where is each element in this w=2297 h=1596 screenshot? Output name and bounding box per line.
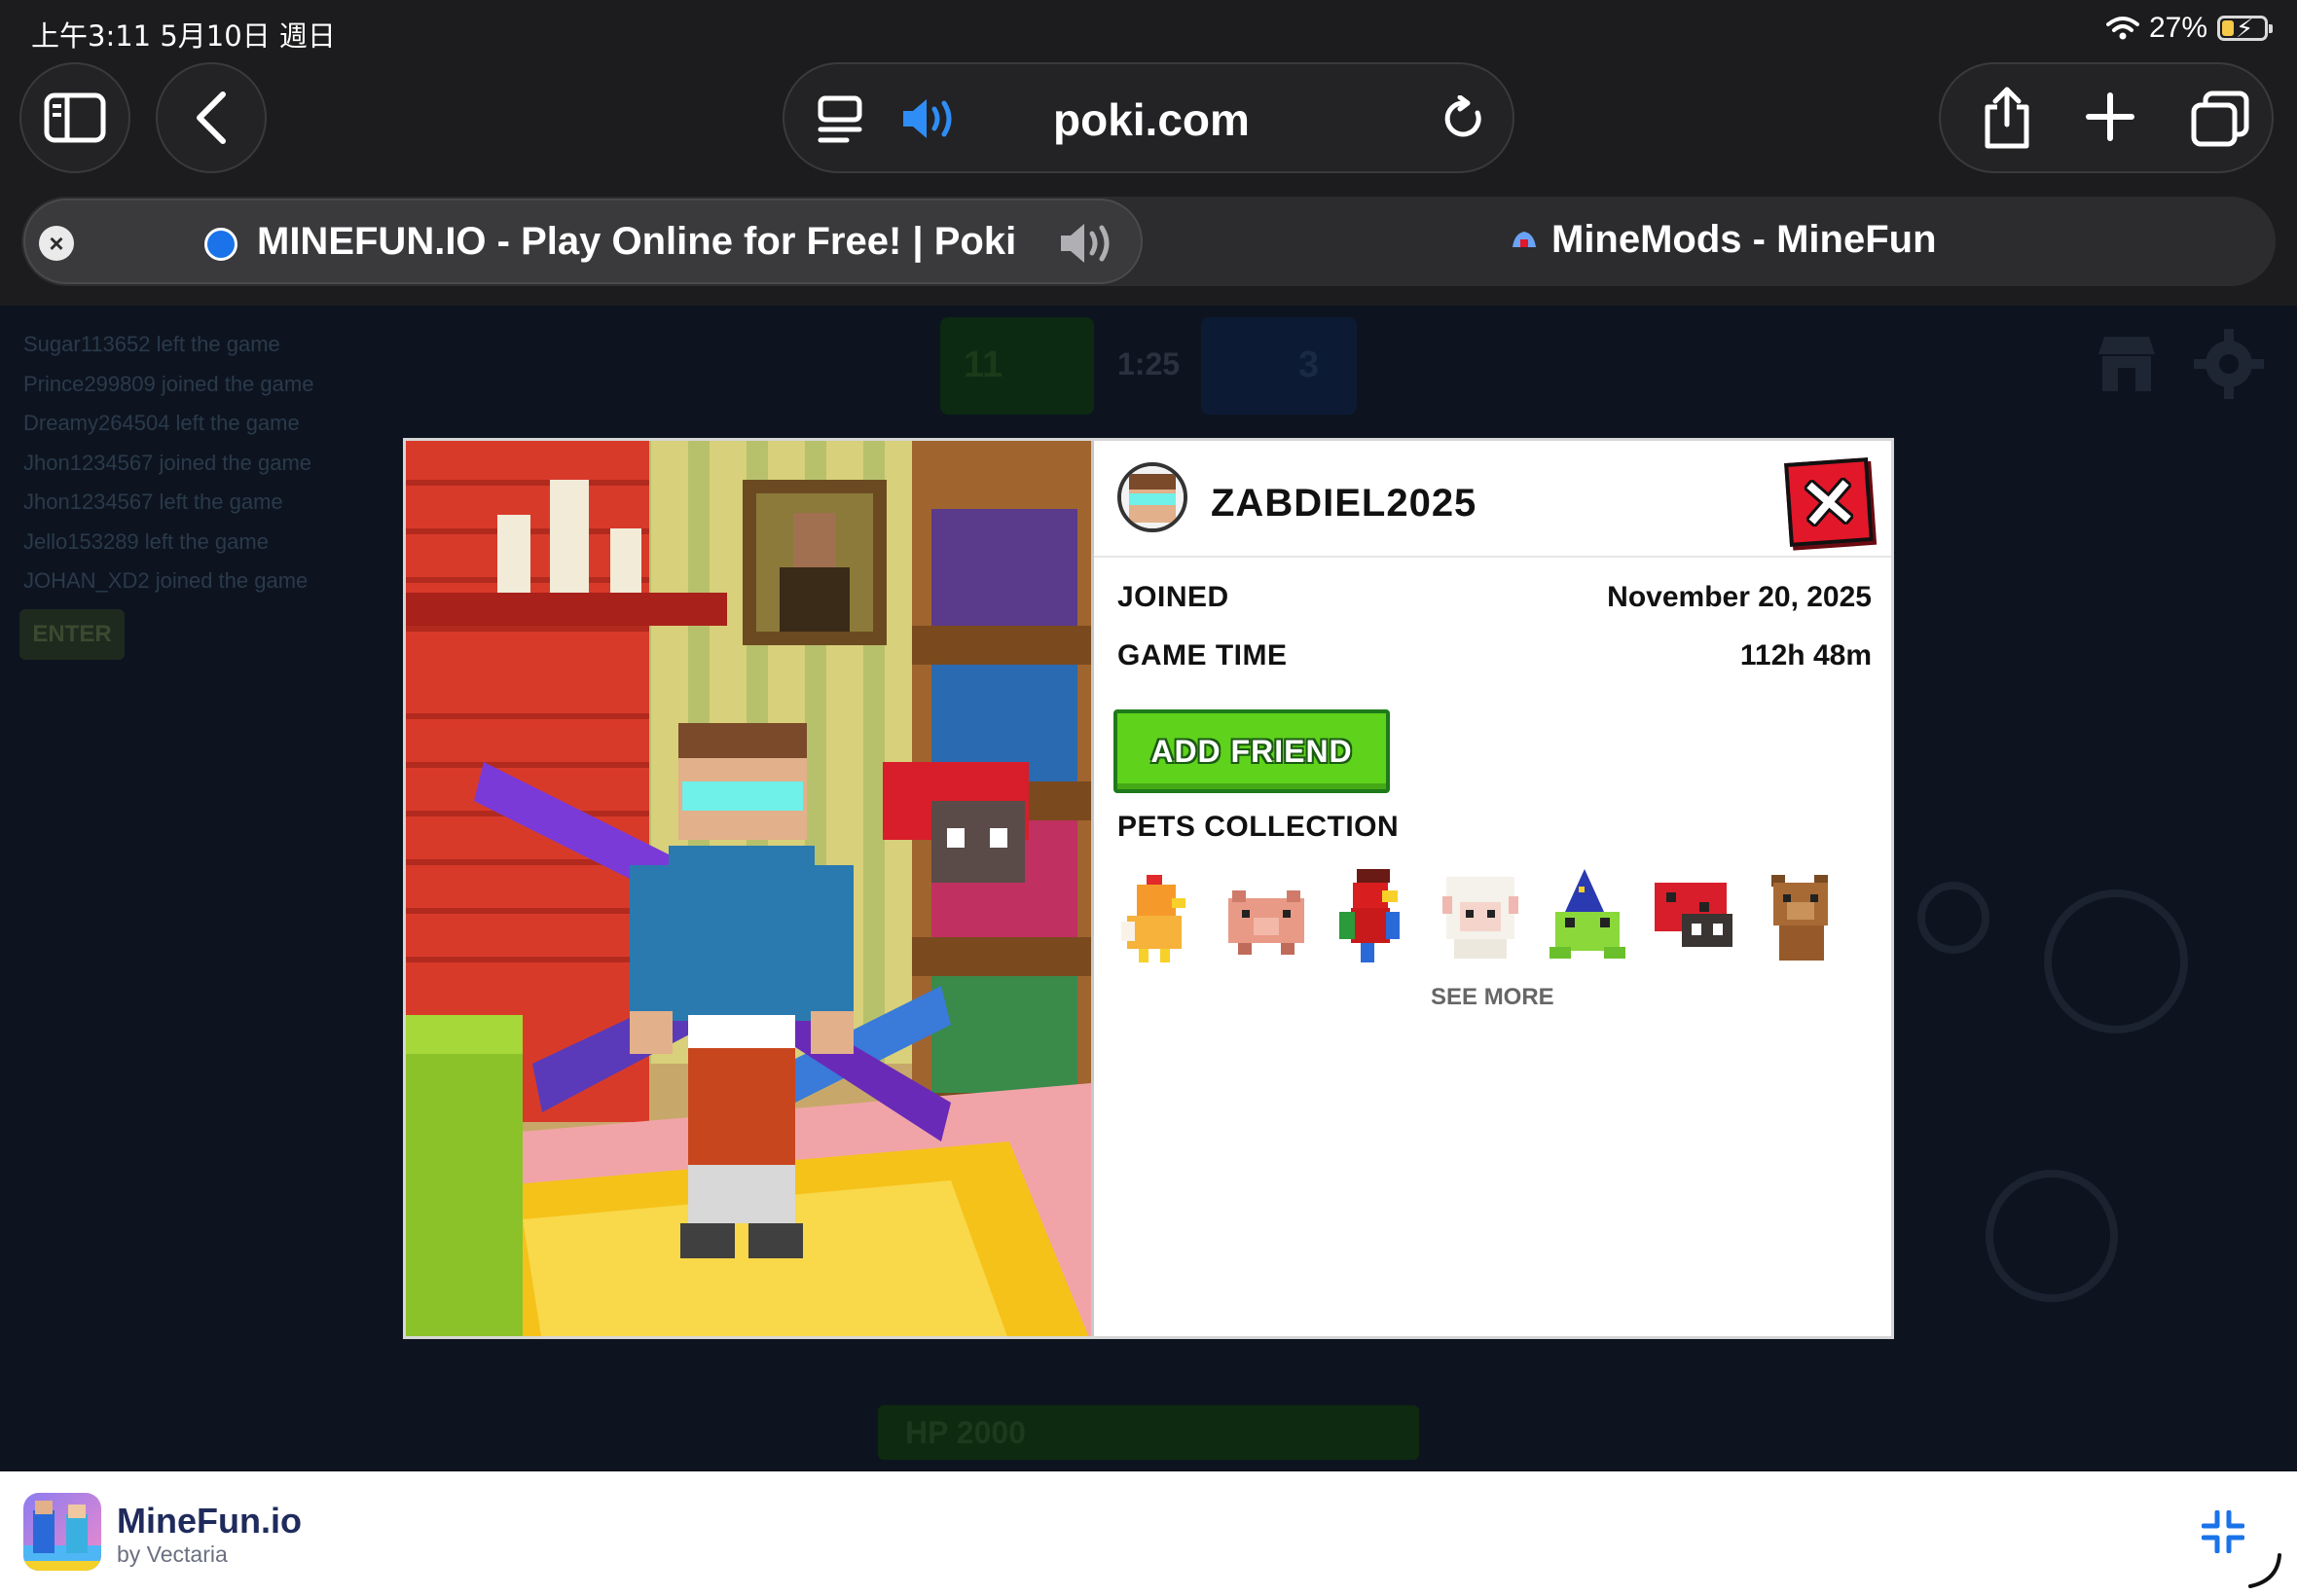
page-menu-button[interactable] [818,95,862,144]
game-footer-bar: MineFun.io by Vectaria [0,1471,2297,1596]
wizard-frog-pet-icon[interactable] [1546,869,1629,966]
share-icon [1985,87,2029,149]
chat-line: JOHAN_XD2 joined the game [23,568,309,593]
header-divider [1094,556,1891,558]
mute-tab-button[interactable] [901,97,958,140]
close-tab-button[interactable]: × [39,226,74,261]
close-icon [1804,477,1854,527]
browser-toolbar: poki.com [0,60,2297,197]
new-tab-button[interactable] [2085,91,2135,142]
game-time-label: GAME TIME [1117,639,1288,671]
share-button[interactable] [1982,86,2032,150]
hp-bar: HP 2000 [878,1405,1419,1460]
close-profile-button[interactable] [1784,457,1874,547]
game-time-value: 112h 48m [1739,639,1872,671]
status-indicators: 27% ⚡ [2105,12,2273,45]
sidebar-icon [44,92,106,143]
crouch-control-button[interactable] [1986,1170,2118,1302]
parrot-pet-icon[interactable] [1331,869,1415,966]
app-developer: by Vectaria [117,1542,228,1567]
chicken-pet-icon[interactable] [1117,869,1201,966]
wifi-icon [2105,17,2139,40]
team-blue-score: 3 [1201,317,1357,415]
joined-label: JOINED [1117,581,1229,613]
pets-collection [1117,869,1877,976]
tabs-icon [2191,91,2249,147]
chat-line: Jello153289 left the game [23,528,269,554]
toolbar-actions [1939,62,2274,173]
tab-bar: × MINEFUN.IO - Play Online for Free! | P… [21,197,2276,286]
close-icon: × [49,228,64,258]
reload-icon [1444,95,1481,137]
tab-minemods[interactable]: MineMods - MineFun [1551,218,1937,262]
joined-value: November 20, 2025 [1607,581,1872,613]
avatar [1117,462,1187,532]
add-friend-button[interactable]: ADD FRIEND [1113,709,1390,793]
player-head-icon [1121,466,1184,528]
app-name: MineFun.io [117,1501,302,1541]
gear-icon[interactable] [2192,327,2266,401]
profile-panel: ZABDIEL2025 JOINED November 20, 2025 GAM… [1091,441,1891,1336]
speaker-icon [1061,224,1110,263]
reload-button[interactable] [1442,95,1485,142]
resize-handle-icon[interactable] [2244,1551,2283,1590]
speaker-icon [903,99,952,138]
chat-line: Jhon1234567 joined the game [23,450,312,475]
sprint-control-button[interactable] [1917,882,1989,954]
see-more-link[interactable]: SEE MORE [1431,984,1554,1011]
minefun-app-icon [23,1493,101,1571]
battery-percent: 27% [2148,12,2207,44]
sidebar-toggle-button[interactable] [19,62,130,173]
chat-line: Dreamy264504 left the game [23,411,300,435]
ladybug-pet-icon[interactable] [1653,869,1736,966]
chat-line: Sugar113652 left the game [23,332,280,356]
page-menu-icon [818,95,862,143]
address-text[interactable]: poki.com [1053,93,1250,146]
sheep-pet-icon[interactable] [1439,869,1522,966]
bear-pet-icon[interactable] [1760,869,1843,966]
address-bar[interactable]: poki.com [783,62,1514,173]
pets-collection-title: PETS COLLECTION [1117,811,1400,843]
back-button[interactable] [156,62,267,173]
jump-control-button[interactable] [2044,889,2188,1034]
player-username: ZABDIEL2025 [1211,482,1477,525]
chat-log: Sugar113652 left the game Prince299809 j… [23,325,313,601]
match-timer: 1:25 [1117,346,1181,381]
exit-fullscreen-icon[interactable] [2202,1510,2244,1553]
shop-icon[interactable] [2093,329,2161,397]
status-time: 上午3:11 5月10日 週日 [31,19,336,53]
tab-audio-button[interactable] [1059,222,1113,270]
poki-favicon-icon [204,228,237,261]
chat-line: Jhon1234567 left the game [23,490,283,514]
chevron-left-icon [197,91,226,144]
minemods-favicon-icon [1513,232,1536,247]
enter-chat-button[interactable]: ENTER [19,609,125,660]
team-green-score: 11 [940,317,1094,415]
chat-line: Prince299809 joined the game [23,371,314,396]
tab-title: MINEFUN.IO - Play Online for Free! | Pok… [257,220,1017,263]
status-bar: 上午3:11 5月10日 週日 27% ⚡ [0,0,2297,60]
battery-icon: ⚡ [2217,14,2273,43]
tab-minefun-poki[interactable]: × MINEFUN.IO - Play Online for Free! | P… [23,199,1143,284]
pig-pet-icon[interactable] [1224,869,1308,966]
player-avatar-scene [406,441,1091,1336]
tab-overview-button[interactable] [2190,90,2250,148]
plus-icon [2086,92,2134,141]
player-profile-modal: ZABDIEL2025 JOINED November 20, 2025 GAM… [403,438,1894,1339]
